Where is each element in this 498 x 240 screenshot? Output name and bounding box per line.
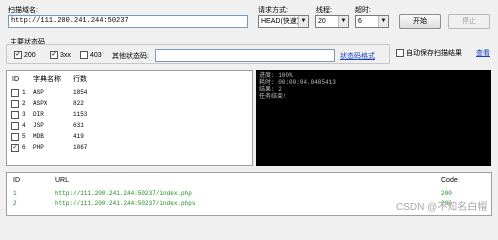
dictionary-list[interactable]: ID 字典名称 行数 1 ASP 1854 2 ASPX 822 3 DIR 1… [6, 70, 253, 166]
checkbox-empty-icon [11, 100, 19, 108]
dict-row-id: 6 [22, 144, 26, 151]
checkbox-empty-icon [80, 51, 88, 59]
log-line-finished: 任务结束! [259, 93, 287, 100]
results-header-url: URL [55, 177, 70, 184]
status-code-200-checkbox[interactable]: ✓ 200 [14, 51, 36, 59]
chevron-down-icon: ▼ [338, 16, 348, 27]
method-label: 请求方式: [258, 7, 288, 14]
dict-header-name: 字典名称 [33, 76, 61, 83]
checkbox-checked-icon: ✓ [14, 51, 22, 59]
dict-row-name: DIR [33, 111, 44, 118]
dict-row-name: PHP [33, 144, 44, 151]
start-button[interactable]: 开始 [399, 14, 441, 29]
result-row-url[interactable]: http://111.200.241.244:50237/index.phps [55, 199, 195, 209]
results-header-code: Code [441, 177, 458, 184]
dictionary-row[interactable]: 1 ASP 1854 [7, 88, 252, 98]
csdn-watermark: CSDN @不知名白帽 [396, 202, 488, 213]
autosave-label: 自动保存扫描结果 [405, 50, 462, 57]
checkbox-empty-icon [396, 49, 404, 58]
log-line-result: 结果: 2 [259, 86, 282, 93]
chevron-down-icon: ▼ [378, 16, 388, 27]
timeout-value: 6 [358, 18, 362, 25]
status-code-format-link[interactable]: 状态码格式 [340, 51, 375, 61]
checkbox-empty-icon [11, 133, 19, 141]
method-value: HEAD(快速) [261, 18, 300, 25]
dict-row-lines: 419 [73, 133, 84, 140]
dict-row-lines: 1153 [73, 111, 88, 118]
result-row-id: 2 [13, 200, 17, 207]
checkbox-empty-icon [11, 111, 19, 119]
dict-row-lines: 822 [73, 100, 84, 107]
dictionary-row[interactable]: 2 ASPX 822 [7, 99, 252, 109]
timeout-select[interactable]: 6 ▼ [355, 15, 389, 28]
results-header-id: ID [13, 177, 20, 184]
dict-row-lines: 1067 [73, 144, 88, 151]
threads-select[interactable]: 20 ▼ [315, 15, 349, 28]
status-code-403-label: 403 [89, 51, 102, 59]
view-results-link[interactable]: 查看 [476, 48, 490, 58]
chevron-down-icon: ▼ [298, 16, 308, 27]
checkbox-empty-icon [11, 89, 19, 97]
dict-row-id: 5 [22, 133, 26, 140]
dictionary-row[interactable]: 3 DIR 1153 [7, 110, 252, 120]
dict-row-name: ASP [33, 89, 44, 96]
dict-row-name: ASPX [33, 100, 48, 107]
log-line-progress: 进度: 100% [259, 72, 293, 79]
status-code-3xx-checkbox[interactable]: ✓ 3xx [50, 51, 71, 59]
dict-row-lines: 631 [73, 122, 84, 129]
other-codes-label: 其他状态码: [112, 53, 149, 60]
dict-row-name: MDB [33, 133, 44, 140]
stop-button[interactable]: 停止 [448, 14, 490, 29]
checkbox-checked-icon: ✓ [50, 51, 58, 59]
dictionary-header: ID 字典名称 行数 [7, 75, 252, 85]
results-header: ID URL Code [7, 176, 491, 186]
domain-input[interactable]: http://111.200.241.244:50237 [8, 15, 248, 28]
status-code-403-checkbox[interactable]: 403 [80, 51, 102, 59]
dictionary-row[interactable]: 4 JSP 631 [7, 121, 252, 131]
other-codes-input[interactable] [155, 49, 335, 62]
dictionary-row[interactable]: 5 MDB 419 [7, 132, 252, 142]
log-console: 进度: 100% 耗时: 00:00:04.0485413 结果: 2 任务结束! [256, 70, 491, 166]
threads-value: 20 [318, 18, 326, 25]
dict-row-lines: 1854 [73, 89, 88, 96]
dict-row-id: 2 [22, 100, 26, 107]
log-line-elapsed: 耗时: 00:00:04.0485413 [259, 79, 336, 86]
result-row-url[interactable]: http://111.200.241.244:50237/index.php [55, 189, 192, 199]
threads-label: 线程: [316, 7, 332, 14]
status-code-200-label: 200 [23, 51, 36, 59]
method-select[interactable]: HEAD(快速) ▼ [258, 15, 309, 28]
dict-row-id: 3 [22, 111, 26, 118]
status-code-3xx-label: 3xx [59, 51, 71, 59]
dict-row-name: JSP [33, 122, 44, 129]
dict-header-id: ID [12, 76, 19, 83]
dict-row-id: 4 [22, 122, 26, 129]
domain-label: 扫描域名: [8, 7, 38, 14]
dict-row-id: 1 [22, 89, 26, 96]
autosave-checkbox[interactable]: 自动保存扫描结果 [396, 48, 462, 58]
dictionary-row[interactable]: ✓ 6 PHP 1067 [7, 143, 252, 153]
checkbox-empty-icon [11, 122, 19, 130]
checkbox-checked-icon: ✓ [11, 144, 19, 152]
result-row-id: 1 [13, 190, 17, 197]
dict-header-lines: 行数 [73, 76, 87, 83]
timeout-label: 超时: [355, 7, 371, 14]
